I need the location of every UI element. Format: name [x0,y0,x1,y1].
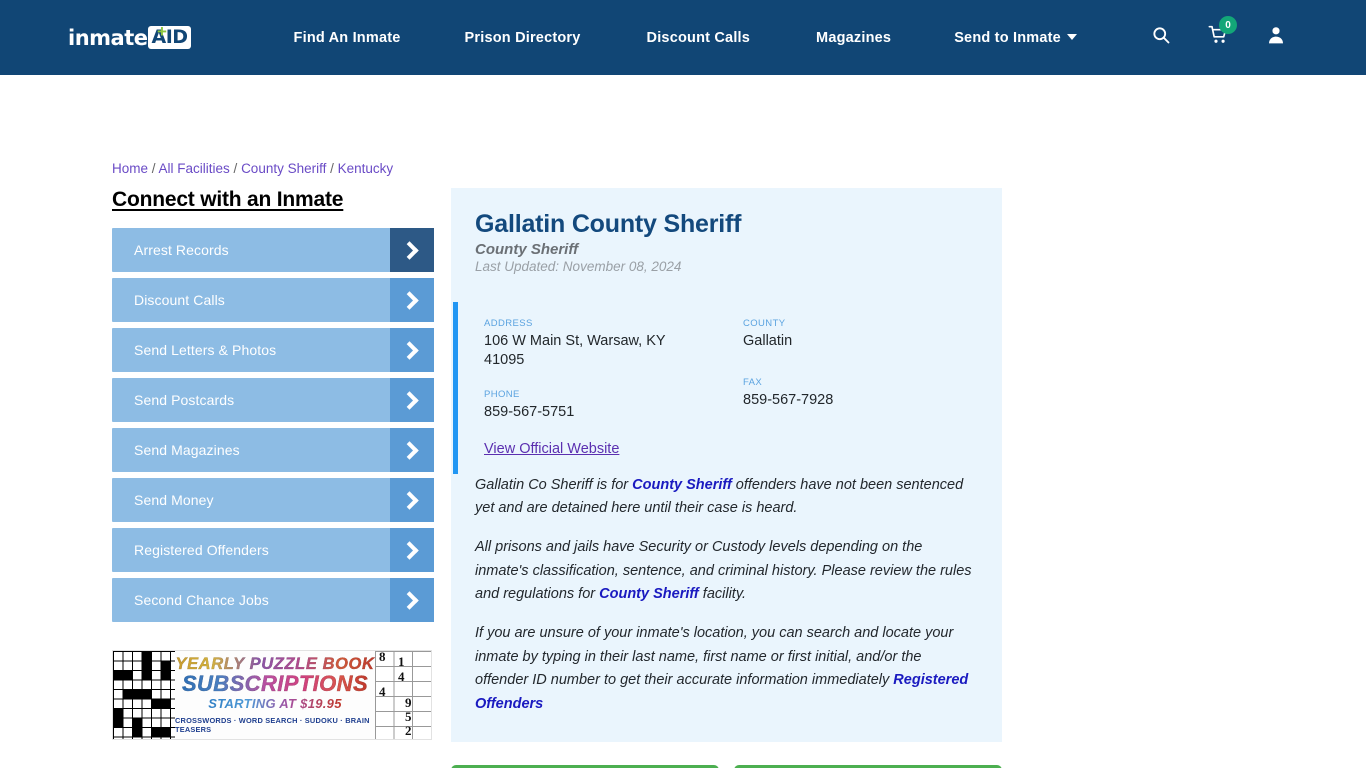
sidebar-item-label: Send Postcards [134,392,235,408]
sidebar: Connect with an Inmate Arrest Records Di… [112,188,434,628]
header-icon-group: 0 [1151,0,1366,75]
chevron-right-icon [390,528,434,572]
fax-value: 859-567-7928 [743,392,834,409]
chevron-right-icon [390,328,434,372]
ad-headline-2: SUBSCRIPTIONS [181,670,369,696]
sudoku-grid-graphic: 8 1 4 4 9 5 2 [375,650,431,739]
sidebar-item-label: Second Chance Jobs [134,592,269,608]
p3-text-a: If you are unsure of your inmate's locat… [475,624,954,689]
chevron-right-icon [390,278,434,322]
chevron-right-icon [390,378,434,422]
breadcrumb-separator: / [326,161,338,176]
address-field: ADDRESS 106 W Main St, Warsaw, KY 41095 [484,318,743,371]
nav-item-find-an-inmate[interactable]: Find An Inmate [294,30,401,46]
phone-label: PHONE [484,388,520,400]
sidebar-item-send-money[interactable]: Send Money [112,478,434,522]
phone-value: 859-567-5751 [484,403,575,420]
sidebar-item-send-magazines[interactable]: Send Magazines [112,428,434,472]
description-paragraph-3: If you are unsure of your inmate's locat… [475,622,978,717]
facility-info-block: ADDRESS 106 W Main St, Warsaw, KY 41095 … [453,302,1002,474]
breadcrumb-separator: / [148,161,159,176]
sidebar-item-second-chance-jobs[interactable]: Second Chance Jobs [112,578,434,622]
ad-categories-line: CROSSWORDS · WORD SEARCH · SUDOKU · BRAI… [175,715,370,734]
county-label: COUNTY [743,318,786,329]
sudoku-number: 4 [398,669,405,684]
sidebar-item-label: Send Money [134,492,214,508]
facility-description: Gallatin Co Sheriff is for County Sherif… [451,474,1002,717]
nav-item-prison-directory[interactable]: Prison Directory [465,30,581,46]
p1-county-sheriff-link[interactable]: County Sheriff [632,477,732,493]
info-column-left: ADDRESS 106 W Main St, Warsaw, KY 41095 … [484,318,743,458]
county-value: Gallatin [743,333,793,349]
sidebar-item-label: Arrest Records [134,242,229,258]
info-column-right: COUNTY Gallatin FAX 859-567-7928 [743,318,1002,458]
p2-text-b: facility. [698,586,747,603]
chevron-right-icon [390,228,434,272]
breadcrumb: Home / All Facilities / County Sheriff /… [112,161,393,176]
site-logo[interactable]: inmate AID + [68,21,191,50]
site-header: inmate AID + Find An Inmate Prison Direc… [0,0,1366,75]
nav-item-send-to-inmate[interactable]: Send to Inmate [954,30,1077,46]
facility-type: County Sheriff [475,241,579,258]
p2-county-sheriff-link[interactable]: County Sheriff [599,586,699,602]
breadcrumb-item-home[interactable]: Home [112,161,148,176]
sidebar-item-registered-offenders[interactable]: Registered Offenders [112,528,434,572]
chevron-right-icon [390,578,434,622]
sudoku-number: 2 [405,723,412,738]
description-paragraph-2: All prisons and jails have Security or C… [475,536,978,607]
fax-label: FAX [743,377,763,389]
nav-item-discount-calls[interactable]: Discount Calls [647,30,751,46]
view-official-website-link[interactable]: View Official Website [484,441,619,457]
search-icon[interactable] [1151,25,1171,50]
breadcrumb-separator: / [229,161,242,176]
description-paragraph-1: Gallatin Co Sheriff is for County Sherif… [475,474,978,521]
county-field: COUNTY Gallatin [743,318,1002,351]
address-value: 106 W Main St, Warsaw, KY 41095 [484,333,666,369]
chevron-right-icon [390,428,434,472]
facility-card: Gallatin County Sheriff County Sheriff L… [451,188,1002,743]
sidebar-item-label: Discount Calls [134,292,225,308]
logo-text: inmate [68,25,148,50]
logo-badge: AID [148,26,191,49]
sidebar-item-label: Registered Offenders [134,542,269,558]
phone-field: PHONE 859-567-5751 [484,389,743,422]
sidebar-item-send-letters-photos[interactable]: Send Letters & Photos [112,328,434,372]
sudoku-number: 8 [379,650,386,664]
last-updated: Last Updated: November 08, 2024 [475,259,682,274]
sidebar-item-send-postcards[interactable]: Send Postcards [112,378,434,422]
main-nav: Find An Inmate Prison Directory Discount… [294,30,1077,46]
cart-icon[interactable]: 0 [1208,16,1237,50]
chevron-right-icon [390,478,434,522]
sudoku-number: 4 [379,684,386,699]
sidebar-item-label: Send Letters & Photos [134,342,277,358]
puzzle-book-ad[interactable]: YEARLY PUZZLE BOOK SUBSCRIPTIONS STARTIN… [112,650,432,740]
ad-price-line: STARTING AT $19.95 [208,695,342,711]
sidebar-item-discount-calls[interactable]: Discount Calls [112,278,434,322]
nav-item-magazines[interactable]: Magazines [816,30,891,46]
chevron-down-icon [1066,33,1077,40]
ad-text-block: YEARLY PUZZLE BOOK SUBSCRIPTIONS STARTIN… [175,651,375,739]
sidebar-title: Connect with an Inmate [112,188,344,211]
fax-field: FAX 859-567-7928 [743,377,1002,410]
crossword-grid-graphic [113,651,175,739]
page-title: Gallatin County Sheriff [475,210,742,238]
cart-count-badge: 0 [1219,16,1237,34]
sidebar-item-label: Send Magazines [134,442,240,458]
nav-send-to-inmate-label: Send to Inmate [954,29,1061,46]
breadcrumb-item-county-sheriff[interactable]: County Sheriff [241,161,326,176]
address-label: ADDRESS [484,318,533,329]
breadcrumb-item-all-facilities[interactable]: All Facilities [159,161,230,176]
breadcrumb-item-kentucky[interactable]: Kentucky [338,161,394,176]
sidebar-item-arrest-records[interactable]: Arrest Records [112,228,434,272]
sudoku-number: 1 [398,654,405,669]
user-icon[interactable] [1266,25,1286,50]
logo-plus-icon: + [157,21,167,41]
official-website-field: View Official Website [484,440,743,458]
p1-text-a: Gallatin Co Sheriff is for [475,476,633,493]
